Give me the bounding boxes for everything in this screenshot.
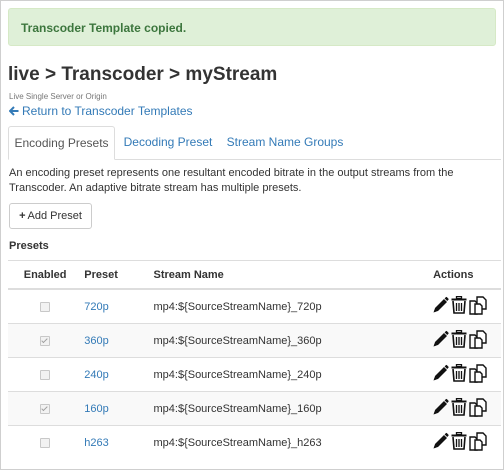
- tab-decoding-preset[interactable]: Decoding Preset: [116, 126, 220, 159]
- plus-icon: +: [19, 210, 26, 222]
- row-actions: [432, 330, 489, 349]
- preset-link[interactable]: 240p: [82, 369, 108, 381]
- page-title: live > Transcoder > myStream: [8, 64, 278, 85]
- table-row: 360p mp4:${SourceStreamName}_360p: [8, 323, 501, 358]
- page-frame: Transcoder Template copied. live > Trans…: [0, 0, 504, 470]
- trash-icon[interactable]: [451, 398, 467, 417]
- row-actions: [432, 296, 489, 315]
- preset-link[interactable]: 160p: [82, 403, 108, 415]
- tab-decoding-preset-label: Decoding Preset: [123, 135, 213, 149]
- stream-name: mp4:${SourceStreamName}_720p: [153, 300, 322, 313]
- pencil-icon[interactable]: [432, 364, 449, 382]
- stream-name: mp4:${SourceStreamName}_160p: [153, 402, 322, 415]
- table-row: 240p mp4:${SourceStreamName}_240p: [8, 357, 501, 392]
- trash-icon[interactable]: [451, 364, 467, 383]
- table-row: 160p mp4:${SourceStreamName}_160p: [8, 391, 501, 426]
- preset-cell: 360p: [82, 323, 152, 358]
- enabled-cell: [8, 323, 83, 358]
- tab-encoding-presets[interactable]: Encoding Presets: [8, 126, 115, 160]
- preset-cell: 160p: [82, 391, 152, 426]
- return-link-label: Return to Transcoder Templates: [22, 104, 193, 118]
- arrow-left-icon: [8, 104, 19, 118]
- stream-name: mp4:${SourceStreamName}_h263: [153, 436, 322, 449]
- enabled-checkbox[interactable]: [40, 403, 51, 414]
- return-link[interactable]: Return to Transcoder Templates: [8, 104, 193, 118]
- row-actions: [432, 398, 489, 417]
- stream-name-cell: mp4:${SourceStreamName}_240p: [151, 357, 406, 392]
- page-subtitle: Live Single Server or Origin: [9, 92, 107, 101]
- actions-cell: [405, 425, 501, 459]
- preset-cell: 720p: [82, 288, 152, 324]
- column-header-stream-name: Stream Name: [151, 260, 406, 290]
- presets-table: Enabled Preset Stream Name Actions 720p …: [8, 260, 501, 459]
- stream-name: mp4:${SourceStreamName}_360p: [153, 334, 322, 347]
- stream-name: mp4:${SourceStreamName}_240p: [153, 368, 322, 381]
- tab-stream-name-groups[interactable]: Stream Name Groups: [221, 126, 349, 159]
- pencil-icon[interactable]: [432, 432, 449, 450]
- column-header-enabled: Enabled: [8, 260, 83, 290]
- stream-name-cell: mp4:${SourceStreamName}_360p: [151, 323, 406, 358]
- trash-icon[interactable]: [451, 296, 467, 315]
- actions-cell: [405, 323, 501, 358]
- actions-cell: [405, 391, 501, 426]
- enabled-cell: [8, 391, 83, 426]
- stream-name-cell: mp4:${SourceStreamName}_h263: [151, 425, 406, 459]
- alert-message: Transcoder Template copied.: [21, 21, 187, 35]
- tab-encoding-presets-label: Encoding Presets: [14, 136, 109, 150]
- column-header-preset: Preset: [82, 260, 152, 290]
- enabled-checkbox[interactable]: [40, 335, 51, 346]
- enabled-cell: [8, 357, 83, 392]
- copy-icon[interactable]: [469, 398, 489, 417]
- copy-icon[interactable]: [469, 330, 489, 349]
- preset-cell: 240p: [82, 357, 152, 392]
- copy-icon[interactable]: [469, 296, 489, 315]
- trash-icon[interactable]: [451, 330, 467, 349]
- preset-link[interactable]: h263: [82, 437, 108, 449]
- enabled-cell: [8, 425, 83, 459]
- enabled-checkbox[interactable]: [40, 437, 51, 448]
- actions-cell: [405, 357, 501, 392]
- table-header-row: Enabled Preset Stream Name Actions: [8, 260, 501, 290]
- row-actions: [432, 432, 489, 451]
- actions-cell: [405, 288, 501, 324]
- preset-cell: h263: [82, 425, 152, 459]
- add-preset-button[interactable]: + Add Preset: [9, 203, 92, 229]
- tab-bar: Encoding Presets Decoding Preset Stream …: [8, 126, 501, 160]
- copy-icon[interactable]: [469, 432, 489, 451]
- preset-link[interactable]: 360p: [82, 335, 108, 347]
- add-preset-label: Add Preset: [27, 210, 82, 222]
- enabled-checkbox[interactable]: [40, 301, 51, 312]
- row-actions: [432, 364, 489, 383]
- pencil-icon[interactable]: [432, 398, 449, 416]
- stream-name-cell: mp4:${SourceStreamName}_720p: [151, 288, 406, 324]
- enabled-checkbox[interactable]: [40, 369, 51, 380]
- presets-heading: Presets: [9, 240, 49, 252]
- pencil-icon[interactable]: [432, 330, 449, 348]
- trash-icon[interactable]: [451, 432, 467, 451]
- copy-icon[interactable]: [469, 364, 489, 383]
- success-alert: Transcoder Template copied.: [8, 8, 496, 46]
- enabled-cell: [8, 288, 83, 324]
- description-text: An encoding preset represents one result…: [9, 167, 454, 194]
- table-row: h263 mp4:${SourceStreamName}_h263: [8, 425, 501, 459]
- tab-stream-name-groups-label: Stream Name Groups: [226, 135, 344, 149]
- pencil-icon[interactable]: [432, 296, 449, 314]
- stream-name-cell: mp4:${SourceStreamName}_160p: [151, 391, 406, 426]
- preset-link[interactable]: 720p: [82, 301, 108, 313]
- table-row: 720p mp4:${SourceStreamName}_720p: [8, 288, 501, 324]
- column-header-actions: Actions: [405, 260, 501, 290]
